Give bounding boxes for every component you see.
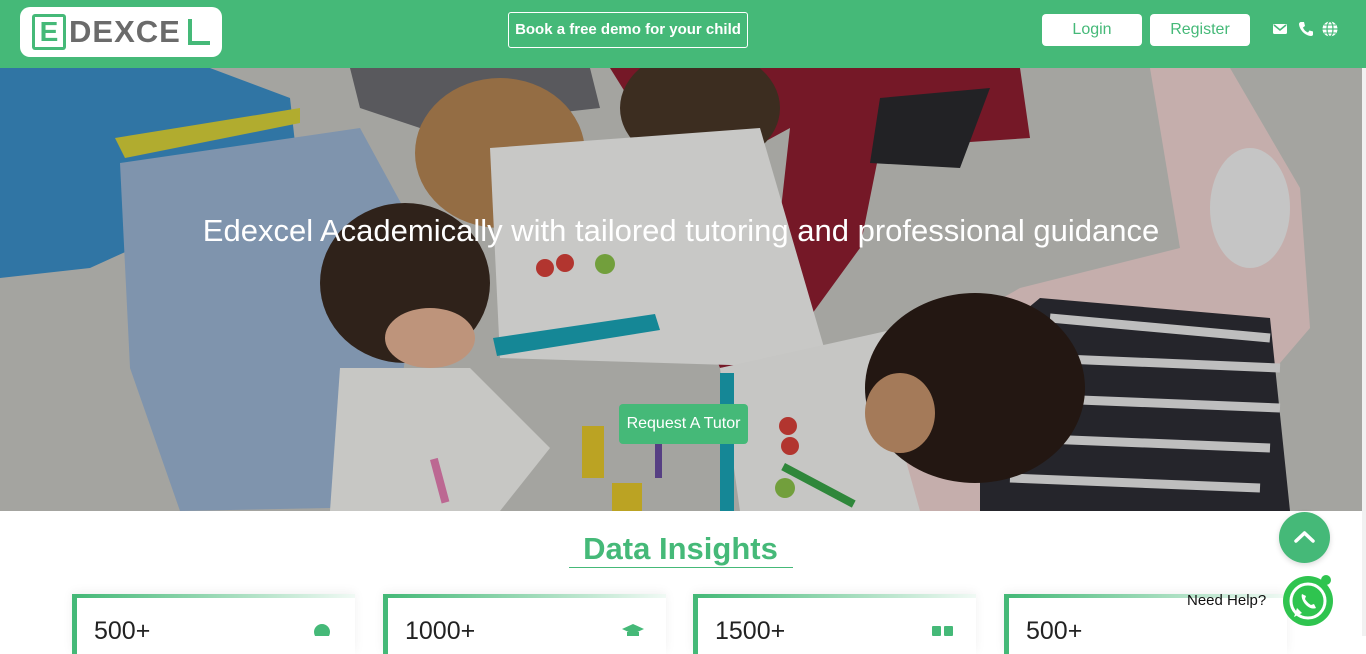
hero-photo-children-drawing: [0, 68, 1366, 511]
globe-icon[interactable]: [1321, 20, 1339, 38]
edexcel-logo[interactable]: E DEXCE: [20, 7, 222, 57]
stat-value: 500+: [1026, 617, 1083, 645]
scroll-to-top-button[interactable]: [1279, 512, 1330, 563]
stat-value: 1500+: [715, 617, 786, 645]
user-icon: [314, 624, 330, 636]
stat-card: 500+: [72, 594, 355, 654]
top-navbar: E DEXCE Book a free demo for your child …: [0, 0, 1366, 68]
stat-value: 1000+: [405, 617, 476, 645]
logo-mark: E: [32, 14, 66, 50]
card-top-border: [77, 594, 355, 598]
grid-icon: [932, 626, 953, 636]
page-scrollbar[interactable]: [1362, 68, 1366, 636]
chevron-up-icon: [1294, 531, 1315, 543]
book-demo-button[interactable]: Book a free demo for your child: [508, 12, 748, 48]
mail-icon[interactable]: [1271, 20, 1289, 38]
stat-value: 500+: [94, 617, 151, 645]
stat-card: 1000+: [383, 594, 666, 654]
card-top-border: [388, 594, 666, 598]
card-top-border: [698, 594, 976, 598]
heading-underline: [569, 567, 793, 568]
register-button[interactable]: Register: [1150, 14, 1250, 46]
login-button[interactable]: Login: [1042, 14, 1142, 46]
hero-title: Edexcel Academically with tailored tutor…: [202, 213, 1160, 248]
logo-wordmark: DEXCE: [69, 14, 181, 49]
graduation-cap-icon: [622, 624, 644, 636]
book-icon: [1243, 624, 1265, 636]
hero-banner: Edexcel Academically with tailored tutor…: [0, 68, 1366, 511]
phone-icon[interactable]: [1297, 20, 1315, 38]
stat-card: 1500+: [693, 594, 976, 654]
logo-lamp-base: [188, 41, 210, 45]
data-insights-heading: Data Insights: [583, 531, 778, 566]
request-tutor-button[interactable]: Request A Tutor: [619, 404, 748, 444]
need-help-label: Need Help?: [1187, 592, 1267, 609]
whatsapp-icon[interactable]: [1282, 575, 1334, 627]
